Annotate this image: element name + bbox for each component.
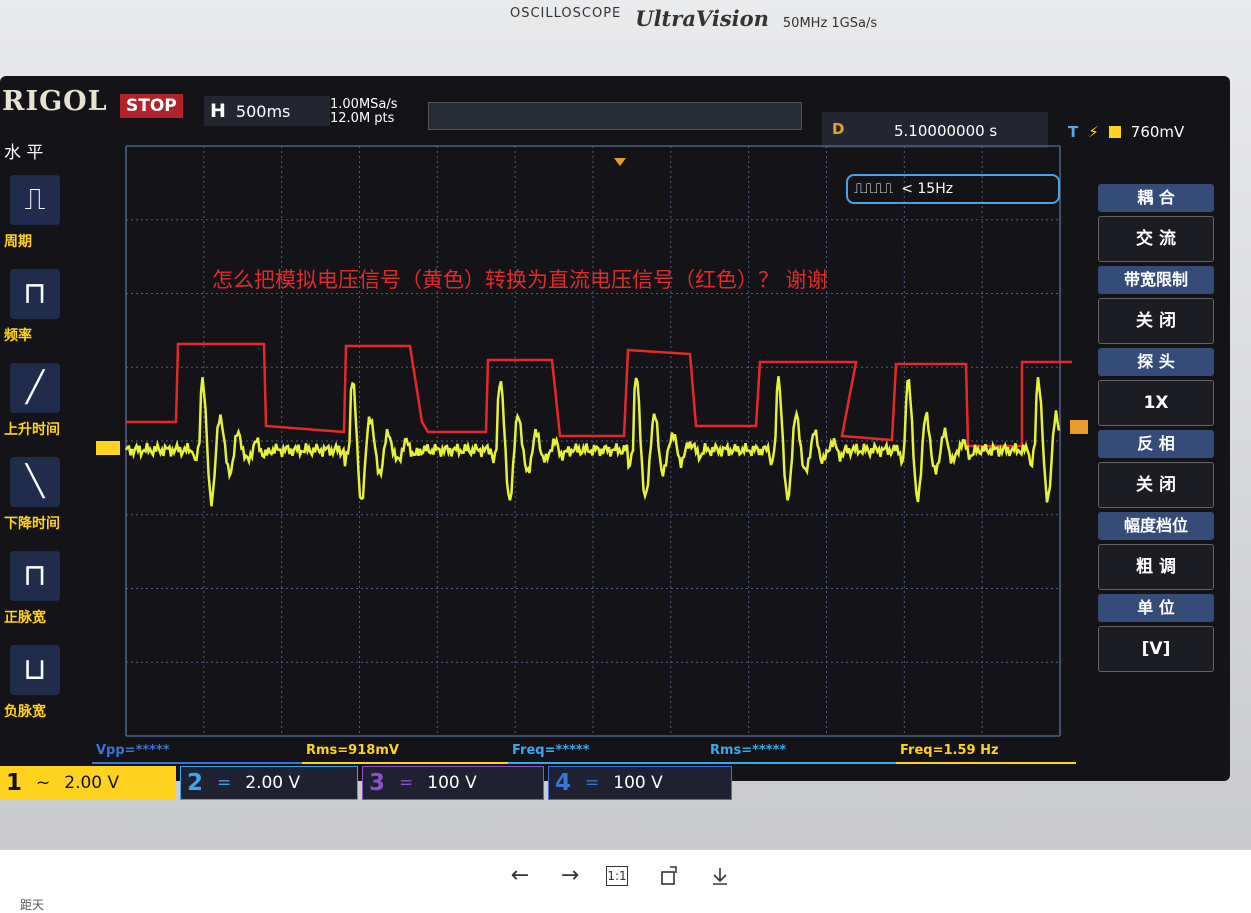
menu-coupling[interactable]: 耦 合 交 流 [1098,184,1214,262]
download-icon [713,868,727,885]
menu-probe[interactable]: 探 头 1X [1098,348,1214,426]
menu-head: 耦 合 [1098,184,1214,212]
channel-scale: 2.00 V [64,773,120,793]
menu-value: 关 闭 [1098,462,1214,508]
annotation-square-wave [126,342,1072,448]
rotate-button[interactable] [656,862,684,890]
channel-scale: 100 V [613,773,663,793]
measurement-rms-ch1: Rms=918mV [302,740,510,764]
footer-text: 距天 [20,898,45,912]
measurement-freq-ch2: Freq=***** [508,740,708,764]
trigger-level-marker-icon [1070,420,1088,434]
channel-1-box[interactable]: 1 ~ 2.00 V [0,766,176,800]
menu-value: 粗 调 [1098,544,1214,590]
channel-number: 3 [369,770,386,796]
measurement-freq-ch1: Freq=1.59 Hz [896,740,1076,764]
channel-4-box[interactable]: 4 = 100 V [548,766,732,800]
actual-size-button[interactable]: 1:1 [606,866,628,886]
trigger-marker-icon [614,158,626,166]
download-button[interactable] [706,862,734,890]
channel-coupling-icon: = [399,773,414,793]
menu-head: 探 头 [1098,348,1214,376]
channel-coupling-icon: ~ [36,773,51,793]
filter-pulse-icon: ⎍⎍⎍⎍ [854,181,894,197]
bezel-brand: OSCILLOSCOPE UltraVision 50MHz 1GSa/s [510,0,877,40]
menu-amplitude-scale[interactable]: 幅度档位 粗 调 [1098,512,1214,590]
right-channel-menu: 耦 合 交 流 带宽限制 关 闭 探 头 1X 反 相 关 闭 幅度档位 粗 调… [1098,180,1214,672]
menu-head: 幅度档位 [1098,512,1214,540]
channel-number: 1 [6,770,23,796]
measurement-rms-ch2: Rms=***** [706,740,898,764]
oscilloscope-photo: OSCILLOSCOPE UltraVision 50MHz 1GSa/s RI… [0,0,1251,850]
menu-bandwidth-limit[interactable]: 带宽限制 关 闭 [1098,266,1214,344]
channel-3-box[interactable]: 3 = 100 V [362,766,544,800]
question-annotation: 怎么把模拟电压信号（黄色）转换为直流电压信号（红色）？ 谢谢 [212,268,828,292]
filter-value: < 15Hz [901,181,954,197]
rotate-icon [661,866,677,885]
bezel-ultravision-logo: UltraVision [635,6,769,31]
bezel-spec: 50MHz 1GSa/s [782,16,878,31]
image-viewer-toolbar: ← → 1:1 距天 [0,850,1251,912]
graticule-grid [125,145,1061,737]
channel-coupling-icon: = [217,773,232,793]
channel-2-box[interactable]: 2 = 2.00 V [180,766,358,800]
menu-head: 单 位 [1098,594,1214,622]
menu-head: 带宽限制 [1098,266,1214,294]
filter-badge: ⎍⎍⎍⎍ < 15Hz [846,174,1060,204]
channel-number: 4 [555,770,572,796]
menu-head: 反 相 [1098,430,1214,458]
channel-scale: 2.00 V [245,773,301,793]
scope-screen: RIGOL STOP H 500ms 1.00MSa/s 12.0M pts D… [0,76,1230,800]
channel-number: 2 [187,770,204,796]
measurement-vpp: Vpp=***** [92,740,302,764]
channel-scale: 100 V [427,773,477,793]
menu-value: 交 流 [1098,216,1214,262]
channel-coupling-icon: = [585,773,600,793]
bezel-oscilloscope-label: OSCILLOSCOPE [510,6,622,21]
menu-value: 关 闭 [1098,298,1214,344]
ch1-ground-marker-icon [96,441,120,455]
menu-unit[interactable]: 单 位 [V] [1098,594,1214,672]
menu-value: 1X [1098,380,1214,426]
menu-invert[interactable]: 反 相 关 闭 [1098,430,1214,508]
menu-value: [V] [1098,626,1214,672]
next-button[interactable]: → [556,862,584,890]
previous-button[interactable]: ← [506,862,534,890]
